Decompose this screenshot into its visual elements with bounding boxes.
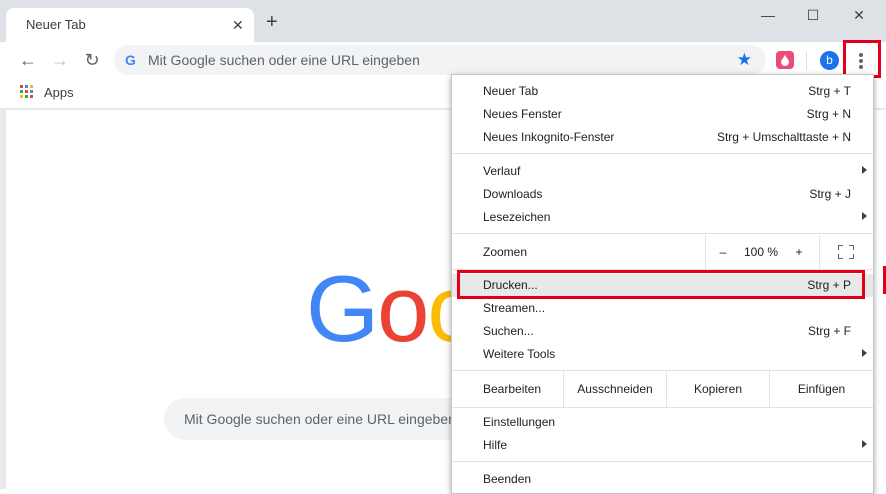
menu-item-label: Suchen... [483, 324, 534, 338]
toolbar-separator [806, 52, 807, 70]
page-search-placeholder: Mit Google suchen oder eine URL eingeben [184, 411, 456, 427]
page-left-edge [0, 110, 6, 489]
address-bar-placeholder: Mit Google suchen oder eine URL eingeben [148, 52, 420, 68]
menu-item-shortcut: Strg + N [806, 107, 851, 121]
copy-button[interactable]: Kopieren [667, 371, 769, 407]
menu-item-shortcut: Strg + F [807, 324, 851, 338]
menu-item-label: Weitere Tools [483, 347, 556, 361]
extension-icon[interactable] [776, 51, 794, 69]
google-g-icon: G [125, 52, 136, 68]
menu-item-find[interactable]: Suchen... Strg + F [452, 320, 873, 343]
submenu-arrow-icon [862, 166, 867, 174]
minimize-icon[interactable]: — [758, 6, 778, 24]
menu-item-quit[interactable]: Beenden [452, 468, 873, 491]
menu-item-label: Streamen... [483, 301, 546, 315]
menu-item-more-tools[interactable]: Weitere Tools [452, 343, 873, 366]
menu-item-label: Lesezeichen [483, 210, 551, 224]
reload-icon[interactable]: ↻ [82, 50, 102, 70]
cut-button[interactable]: Ausschneiden [564, 371, 666, 407]
toolbar: ← → ↻ G Mit Google suchen oder eine URL … [0, 42, 886, 78]
zoom-label: Zoomen [483, 245, 528, 259]
zoom-level: 100 % [743, 245, 779, 259]
forward-arrow-icon[interactable]: → [50, 50, 70, 70]
zoom-in-button[interactable]: + [784, 235, 814, 269]
edit-label: Bearbeiten [483, 382, 542, 396]
bookmark-star-icon[interactable]: ★ [737, 50, 752, 70]
maximize-icon[interactable]: ☐ [803, 6, 823, 24]
zoom-divider [705, 235, 706, 269]
tab-strip: Neuer Tab ✕ + — ☐ ✕ [0, 0, 886, 42]
menu-item-label: Einstellungen [483, 415, 556, 429]
close-tab-icon[interactable]: ✕ [232, 17, 244, 33]
menu-item-label: Neues Inkognito-Fenster [483, 130, 615, 144]
submenu-arrow-icon [862, 440, 867, 448]
page-right-edge [876, 110, 886, 489]
logo-letter-o1: o [377, 256, 429, 361]
menu-item-label: Neues Fenster [483, 107, 562, 121]
menu-item-help[interactable]: Hilfe [452, 434, 873, 457]
back-arrow-icon[interactable]: ← [18, 50, 38, 70]
edit-row: Bearbeiten Ausschneiden Kopieren Einfüge… [452, 371, 873, 407]
new-tab-plus-icon[interactable]: + [266, 12, 278, 32]
menu-separator [452, 407, 873, 408]
apps-grid-icon[interactable] [20, 85, 34, 99]
menu-item-cast[interactable]: Streamen... [452, 297, 873, 320]
submenu-arrow-icon [862, 349, 867, 357]
tab-title: Neuer Tab [26, 17, 86, 32]
kebab-highlight-box [843, 40, 881, 78]
submenu-arrow-icon [862, 212, 867, 220]
address-bar[interactable]: G Mit Google suchen oder eine URL eingeb… [114, 45, 766, 75]
menu-item-shortcut: Strg + Umschalttaste + N [716, 130, 851, 144]
menu-item-label: Verlauf [483, 164, 521, 178]
menu-item-shortcut: Strg + J [809, 187, 851, 201]
tab-new-tab[interactable]: Neuer Tab ✕ [6, 8, 254, 42]
zoom-out-button[interactable]: – [708, 235, 738, 269]
zoom-row: Zoomen – 100 % + [452, 235, 873, 269]
profile-avatar[interactable]: b [820, 51, 839, 70]
menu-item-history[interactable]: Verlauf [452, 160, 873, 183]
window-close-icon[interactable]: ✕ [849, 6, 869, 24]
apps-bookmark-label[interactable]: Apps [44, 85, 74, 100]
menu-separator [452, 233, 873, 234]
print-highlight-box [457, 270, 865, 299]
menu-separator [452, 461, 873, 462]
menu-item-label: Downloads [483, 187, 543, 201]
menu-item-bookmarks[interactable]: Lesezeichen [452, 206, 873, 229]
menu-item-shortcut: Strg + T [808, 84, 851, 98]
menu-item-label: Hilfe [483, 438, 508, 452]
fullscreen-icon[interactable] [838, 245, 854, 259]
menu-item-downloads[interactable]: Downloads Strg + J [452, 183, 873, 206]
menu-item-new-window[interactable]: Neues Fenster Strg + N [452, 103, 873, 126]
menu-item-new-tab[interactable]: Neuer Tab Strg + T [452, 80, 873, 103]
zoom-divider [819, 235, 820, 269]
menu-item-settings[interactable]: Einstellungen [452, 411, 873, 434]
menu-item-label: Beenden [483, 472, 532, 486]
menu-separator [452, 153, 873, 154]
logo-letter-g: G [306, 256, 379, 361]
paste-button[interactable]: Einfügen [770, 371, 873, 407]
menu-item-label: Neuer Tab [483, 84, 539, 98]
menu-item-incognito-window[interactable]: Neues Inkognito-Fenster Strg + Umschaltt… [452, 126, 873, 149]
